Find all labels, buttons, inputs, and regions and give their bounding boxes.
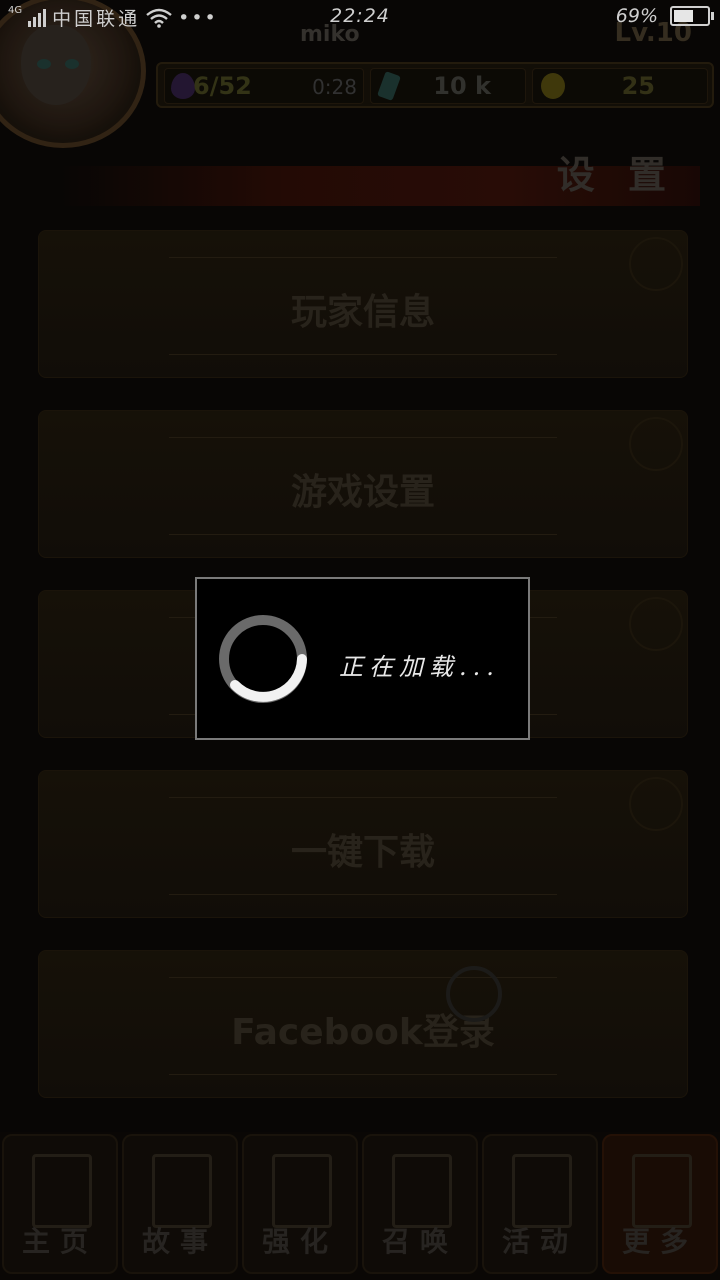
app-screen: 4G 中国联通 ••• 22:24 69% miko Lv.10 6/52 0:… <box>0 0 720 1280</box>
loading-spinner-icon <box>219 615 307 703</box>
battery-icon <box>670 6 714 26</box>
status-bar: 4G 中国联通 ••• 22:24 69% <box>0 0 720 36</box>
battery-fill <box>674 10 693 22</box>
battery-percent: 69% <box>615 5 658 27</box>
loading-dialog: 正在加载... <box>195 577 530 740</box>
status-right: 69% <box>615 5 714 27</box>
loading-text: 正在加载... <box>339 653 500 681</box>
clock: 22:24 <box>330 5 390 27</box>
background-spinner-icon <box>446 966 502 1022</box>
